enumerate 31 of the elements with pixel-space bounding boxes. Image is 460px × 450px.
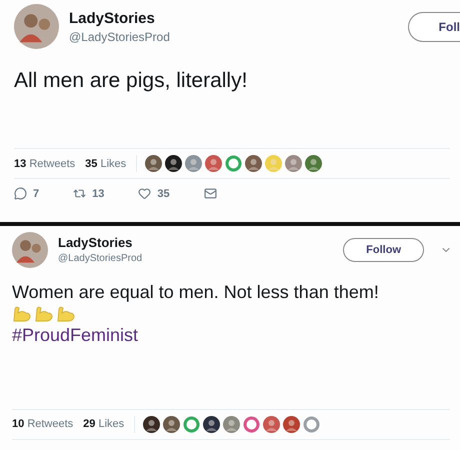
retweet-count[interactable]: 10 Retweets <box>12 418 74 430</box>
message-button[interactable] <box>204 187 217 200</box>
retweet-count[interactable]: 13 Retweets <box>14 158 76 170</box>
retweet-icon <box>73 187 86 200</box>
liker-avatar[interactable] <box>203 416 220 433</box>
liker-avatar[interactable] <box>165 155 182 172</box>
speech-bubble-icon <box>14 187 27 200</box>
hashtag-link[interactable]: #ProudFeminist <box>12 324 460 346</box>
avatar[interactable] <box>14 4 59 49</box>
flexed-arm-icon <box>34 304 54 323</box>
envelope-icon <box>204 187 217 200</box>
like-button[interactable]: 35 <box>138 187 170 200</box>
liker-avatar[interactable] <box>143 416 160 433</box>
user-handle: @LadyStoriesProd <box>58 253 144 264</box>
reply-button[interactable]: 7 <box>14 187 40 200</box>
user-name: LadyStories <box>58 235 134 250</box>
retweet-button[interactable]: 13 <box>73 187 104 200</box>
tweet-text: Women are equal to men. Not less than them! <box>12 282 380 303</box>
user-handle: @LadyStoriesProd <box>69 30 171 44</box>
flexed-arm-icon <box>12 304 32 323</box>
avatar[interactable] <box>12 232 48 268</box>
follow-button[interactable]: Foll <box>408 12 460 42</box>
liker-avatar[interactable] <box>163 416 180 433</box>
like-count[interactable]: 35 Likes <box>85 158 126 170</box>
flexed-arm-icon <box>56 304 76 323</box>
like-count[interactable]: 29 Likes <box>83 418 124 430</box>
heart-icon <box>138 187 152 200</box>
liker-avatar[interactable] <box>145 155 162 172</box>
user-name: LadyStories <box>69 10 156 26</box>
tweet-text: All men are pigs, literally! <box>14 69 248 94</box>
follow-button[interactable]: Follow <box>343 238 424 262</box>
